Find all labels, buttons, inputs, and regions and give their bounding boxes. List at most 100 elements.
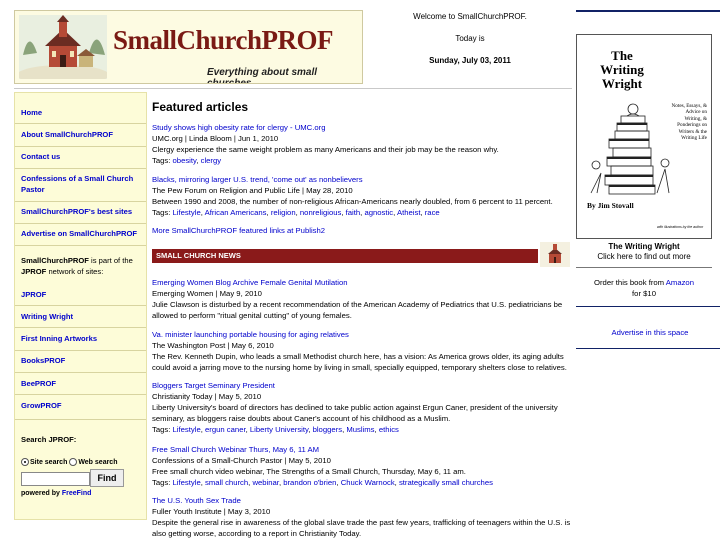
book-cover-ad[interactable]: The Writing Wright Notes, Essays, & Advi… (576, 34, 712, 239)
article-title-link[interactable]: Study shows high obesity rate for clergy… (152, 122, 572, 133)
network-booksprof[interactable]: BooksPROF (21, 355, 145, 366)
tag-link[interactable]: small church (205, 478, 248, 487)
tag-link[interactable]: clergy (201, 156, 222, 165)
site-logo[interactable]: SmallChurchPROF Everything about small c… (14, 10, 363, 84)
article-title-link[interactable]: Free Small Church Webinar Thurs, May 6, … (152, 444, 572, 455)
nav-home[interactable]: Home (21, 107, 145, 118)
tag-link[interactable]: Lifestyle (173, 208, 201, 217)
nav-divider (15, 146, 146, 147)
book-title-line: The (611, 48, 633, 63)
book-subtitle: Notes, Essays, & Advice on Writing, & Po… (671, 103, 707, 142)
nav-divider (15, 350, 146, 351)
news-article: Bloggers Target Seminary President Chris… (152, 380, 572, 435)
site-search-radio[interactable] (21, 458, 29, 466)
article-tags: Tags: Lifestyle, African Americans, reli… (152, 208, 440, 217)
find-button[interactable]: Find (90, 469, 124, 487)
advertise-link[interactable]: Advertise in this space (576, 328, 724, 337)
network-beeprof[interactable]: BeePROF (21, 378, 145, 389)
network-first-inning[interactable]: First Inning Artworks (21, 333, 145, 344)
brand-name: SmallChurchPROF (113, 25, 334, 55)
network-note-text: is part of the (88, 256, 133, 265)
freefind-link[interactable]: FreeFind (62, 490, 92, 497)
nav-divider (15, 394, 146, 395)
tag-link[interactable]: Muslims (346, 425, 374, 434)
tags-label: Tags: (152, 208, 173, 217)
tag-link[interactable]: Lifestyle (173, 425, 201, 434)
nav-advertise[interactable]: Advertise on SmallChurchPROF (21, 228, 145, 239)
featured-heading: Featured articles (152, 100, 249, 114)
news-article: Free Small Church Webinar Thurs, May 6, … (152, 444, 572, 488)
tag-link[interactable]: faith (346, 208, 361, 217)
book-caption: The Writing Wright Click here to find ou… (576, 242, 712, 262)
article-summary: Free small church video webinar, The Str… (152, 467, 466, 476)
article-title-link[interactable]: Emerging Women Blog Archive Female Genit… (152, 277, 572, 288)
tag-link[interactable]: Lifestyle (173, 478, 201, 487)
article-byline: Emerging Women | May 9, 2010 (152, 289, 262, 298)
news-article: The U.S. Youth Sex Trade Fuller Youth In… (152, 495, 572, 539)
article-title-link[interactable]: The U.S. Youth Sex Trade (152, 495, 572, 506)
tag-link[interactable]: race (425, 208, 440, 217)
tag-link[interactable]: African Americans (205, 208, 267, 217)
welcome-box: Welcome to SmallChurchPROF. Today is Sun… (370, 12, 570, 65)
article-tags: Tags: obesity, clergy (152, 156, 222, 165)
web-search-radio[interactable] (69, 458, 78, 466)
tag-link[interactable]: nonreligious (300, 208, 341, 217)
news-heading: SMALL CHURCH NEWS (152, 249, 538, 263)
brand-tagline: Everything about small churches (207, 67, 318, 84)
nav-divider (15, 327, 146, 328)
network-writing-wright[interactable]: Writing Wright (21, 311, 145, 322)
tag-link[interactable]: brandon o'brien (283, 478, 336, 487)
header-divider (14, 88, 572, 89)
more-featured-link[interactable]: More SmallChurchPROF featured links at P… (152, 226, 325, 235)
tag-link[interactable]: Chuck Warnock (341, 478, 395, 487)
nav-divider (15, 419, 146, 420)
article-byline: Fuller Youth Institute | May 3, 2010 (152, 507, 271, 516)
nav-confessions[interactable]: Confessions of a Small Church Pastor (21, 173, 145, 195)
nav-contact[interactable]: Contact us (21, 151, 145, 162)
tag-link[interactable]: webinar (252, 478, 279, 487)
tag-link[interactable]: religion (271, 208, 296, 217)
article-byline: Confessions of a Small-Church Pastor | M… (152, 456, 331, 465)
featured-article: Study shows high obesity rate for clergy… (152, 122, 572, 166)
article-title-link[interactable]: Bloggers Target Seminary President (152, 380, 572, 391)
featured-article: Blacks, mirroring larger U.S. trend, 'co… (152, 174, 572, 218)
tags-label: Tags: (152, 478, 173, 487)
network-jprof[interactable]: JPROF (21, 289, 145, 300)
book-caption-link[interactable]: Click here to find out more (576, 252, 712, 262)
powered-by: powered by FreeFind (21, 490, 91, 497)
amazon-link[interactable]: Amazon (666, 278, 694, 287)
nav-about[interactable]: About SmallChurchPROF (21, 129, 145, 140)
article-summary: Liberty University's board of directors … (152, 403, 558, 423)
article-summary: Despite the general rise in awareness of… (152, 518, 571, 538)
nav-best-sites[interactable]: SmallChurchPROF's best sites (21, 206, 145, 217)
nav-divider (15, 168, 146, 169)
book-title-line: Wright (601, 76, 643, 91)
order-price: for $10 (632, 289, 656, 298)
article-byline: The Pew Forum on Religion and Public Lif… (152, 186, 353, 195)
book-stack-illustration (590, 103, 670, 195)
tag-link[interactable]: bloggers (313, 425, 343, 434)
tag-link[interactable]: obesity (173, 156, 197, 165)
network-note: SmallChurchPROF is part of the JPROF net… (21, 255, 145, 277)
book-title-line: Writing (600, 62, 644, 77)
tags-label: Tags: (152, 425, 173, 434)
news-article: Emerging Women Blog Archive Female Genit… (152, 277, 572, 321)
tag-link[interactable]: Liberty University (250, 425, 308, 434)
article-byline: Christianity Today | May 5, 2010 (152, 392, 262, 401)
book-title: The Writing Wright (585, 49, 659, 91)
article-tags: Tags: Lifestyle, small church, webinar, … (152, 478, 493, 487)
article-title-link[interactable]: Va. minister launching portable housing … (152, 329, 572, 340)
tag-link[interactable]: agnostic (364, 208, 393, 217)
tag-link[interactable]: ethics (379, 425, 399, 434)
network-growprof[interactable]: GrowPROF (21, 400, 145, 411)
article-summary: Between 1990 and 2008, the number of non… (152, 197, 553, 206)
article-title-link[interactable]: Blacks, mirroring larger U.S. trend, 'co… (152, 174, 572, 185)
tag-link[interactable]: Atheist (397, 208, 421, 217)
search-input[interactable] (21, 472, 90, 486)
article-summary: Clergy experience the same weight proble… (152, 145, 499, 154)
article-byline: The Washington Post | May 6, 2010 (152, 341, 274, 350)
tag-link[interactable]: ergun caner (205, 425, 246, 434)
tag-link[interactable]: strategically small churches (399, 478, 493, 487)
network-note-jprof: JPROF (21, 267, 47, 276)
book-author: By Jim Stovall (587, 201, 634, 210)
